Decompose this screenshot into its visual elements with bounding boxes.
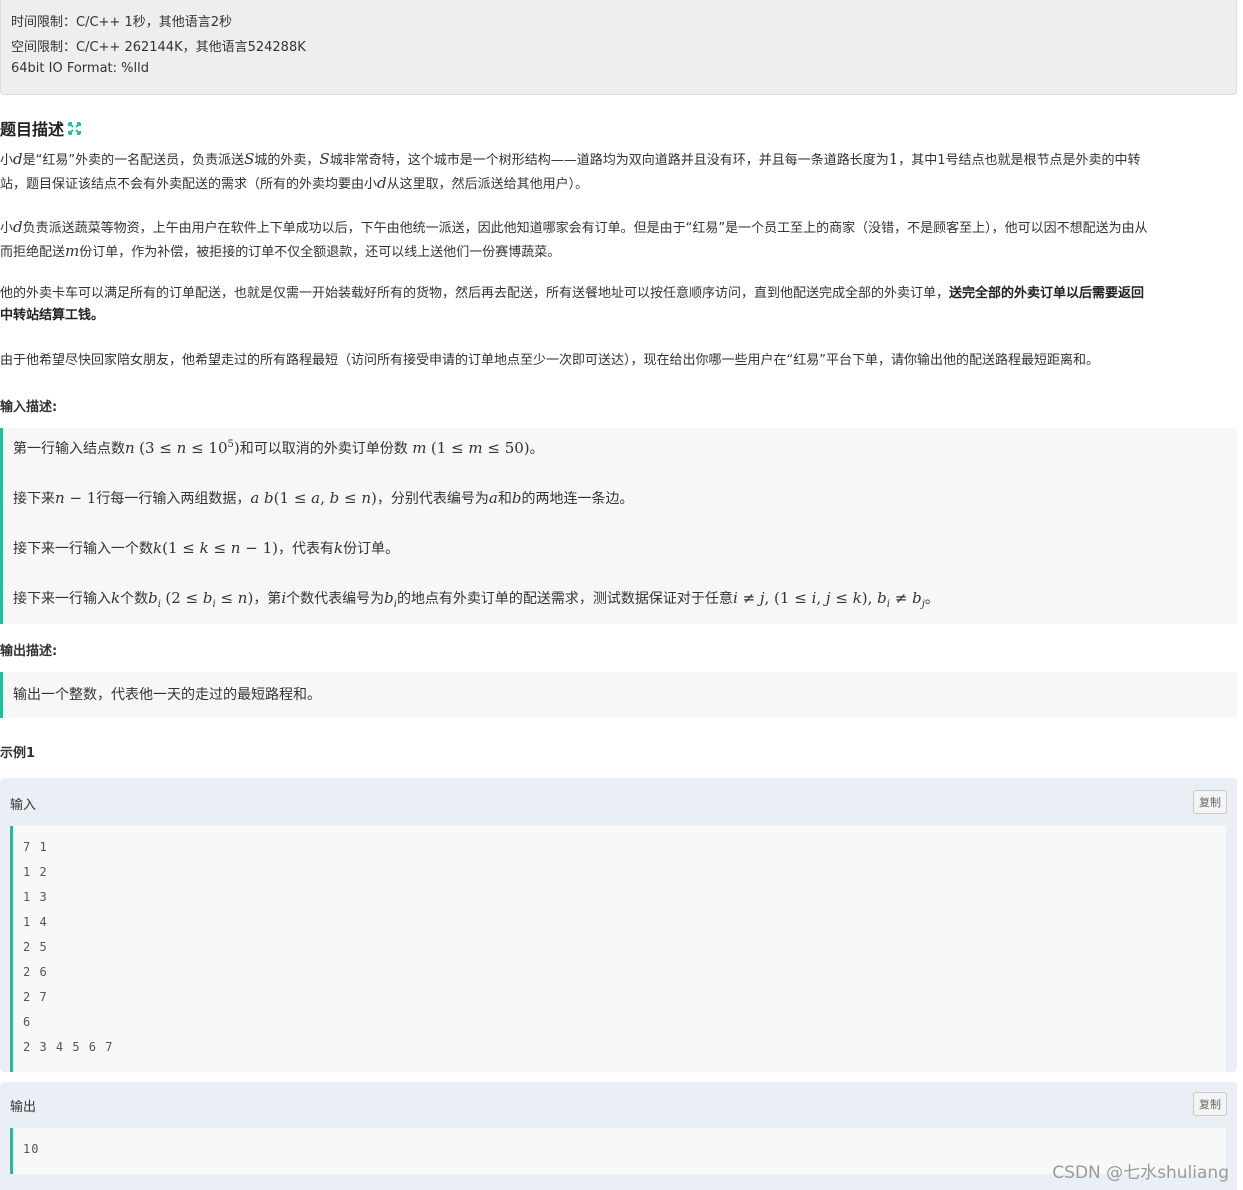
code-line: 1 3	[23, 890, 48, 904]
input-line-1: 第一行输入结点数n (3 ≤ n ≤ 105)和可以取消的外卖订单份数 m (1…	[13, 439, 544, 457]
watermark: CSDN @七水shuliang	[1052, 1163, 1229, 1183]
input-line-2: 接下来n − 1行每一行输入两组数据，a b(1 ≤ a, b ≤ n)，分别代…	[13, 489, 634, 507]
expand-icon[interactable]	[68, 121, 82, 135]
code-line: 2 5	[23, 940, 48, 954]
code-line: 2 6	[23, 965, 48, 979]
paragraph-3: 他的外卖卡车可以满足所有的订单配送，也就是仅需一开始装载好所有的货物，然后再去配…	[0, 286, 1145, 323]
code-line: 1 4	[23, 915, 48, 929]
space-limit: 空间限制：C/C++ 262144K，其他语言524288K	[11, 40, 306, 55]
example-input-panel: 输入 复制 7 1 1 2 1 3 1 4 2 5 2 6 2 7 6 2 3 …	[0, 778, 1237, 1072]
io-format: 64bit IO Format: %lld	[11, 61, 149, 76]
input-description-label: 输入描述:	[0, 400, 58, 415]
input-line-3: 接下来一行输入一个数k(1 ≤ k ≤ n − 1)，代表有k份订单。	[13, 539, 400, 557]
code-line: 2 7	[23, 990, 48, 1004]
copy-input-button[interactable]: 复制	[1193, 790, 1227, 814]
example-output-code: 10	[10, 1128, 1226, 1174]
input-line-4: 接下来一行输入k个数bi (2 ≤ bi ≤ n)，第i个数代表编号为bi的地点…	[13, 589, 939, 610]
example-label: 示例1	[0, 746, 36, 761]
input-description-block: 第一行输入结点数n (3 ≤ n ≤ 105)和可以取消的外卖订单份数 m (1…	[0, 428, 1237, 624]
example-input-code: 7 1 1 2 1 3 1 4 2 5 2 6 2 7 6 2 3 4 5 6 …	[10, 826, 1226, 1072]
limits-panel: 时间限制：C/C++ 1秒，其他语言2秒 空间限制：C/C++ 262144K，…	[0, 0, 1237, 95]
code-line: 10	[23, 1142, 40, 1156]
output-description-label: 输出描述:	[0, 644, 58, 659]
paragraph-2: 小d负责派送蔬菜等物资，上午由用户在软件上下单成功以后，下午由他统一派送，因此他…	[0, 218, 1148, 260]
code-line: 2 3 4 5 6 7	[23, 1040, 114, 1054]
code-line: 6	[23, 1015, 32, 1029]
output-text: 输出一个整数，代表他一天的走过的最短路程和。	[13, 687, 321, 703]
example-input-label: 输入	[10, 798, 37, 813]
copy-output-button[interactable]: 复制	[1193, 1092, 1227, 1116]
problem-title-row: 题目描述	[0, 116, 82, 140]
code-line: 1 2	[23, 865, 48, 879]
paragraph-1: 小d是“红易”外卖的一名配送员，负责派送S城的外卖，S城非常奇特，这个城市是一个…	[0, 150, 1141, 192]
problem-title: 题目描述	[0, 120, 65, 139]
time-limit: 时间限制：C/C++ 1秒，其他语言2秒	[11, 15, 232, 30]
output-description-block: 输出一个整数，代表他一天的走过的最短路程和。	[0, 672, 1237, 718]
example-output-label: 输出	[10, 1100, 37, 1115]
paragraph-4: 由于他希望尽快回家陪女朋友，他希望走过的所有路程最短（访问所有接受申请的订单地点…	[0, 353, 1099, 368]
code-line: 7 1	[23, 840, 48, 854]
